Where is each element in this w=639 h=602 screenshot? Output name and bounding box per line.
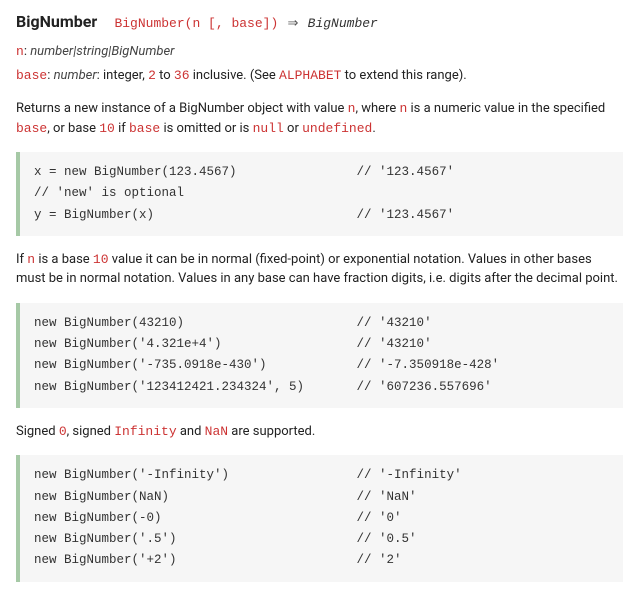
- method-title: BigNumber: [16, 12, 97, 31]
- base-min: 2: [148, 68, 156, 83]
- code-example-2: new BigNumber(43210) // '43210' new BigN…: [16, 303, 623, 408]
- return-type: BigNumber: [308, 16, 378, 31]
- code-example-3: new BigNumber('-Infinity') // '-Infinity…: [16, 455, 623, 581]
- param-name-base: base: [16, 68, 47, 83]
- description-1: Returns a new instance of a BigNumber ob…: [16, 99, 623, 138]
- alphabet-link[interactable]: ALPHABET: [279, 68, 341, 83]
- method-signature: BigNumber(n [, base]): [114, 16, 278, 31]
- base-max: 36: [174, 68, 190, 83]
- param-type-n: number|string|BigNumber: [30, 44, 174, 59]
- arrow-icon: ⇒: [288, 16, 299, 31]
- param-base: base: number: integer, 2 to 36 inclusive…: [16, 66, 623, 86]
- description-3: Signed 0, signed Infinity and NaN are su…: [16, 422, 623, 442]
- param-type-base: number: [54, 68, 97, 83]
- method-header: BigNumber BigNumber(n [, base]) ⇒ BigNum…: [16, 10, 623, 34]
- code-example-1: x = new BigNumber(123.4567) // '123.4567…: [16, 152, 623, 236]
- param-n: n: number|string|BigNumber: [16, 42, 623, 62]
- description-2: If n is a base 10 value it can be in nor…: [16, 250, 623, 289]
- param-name-n: n: [16, 44, 24, 59]
